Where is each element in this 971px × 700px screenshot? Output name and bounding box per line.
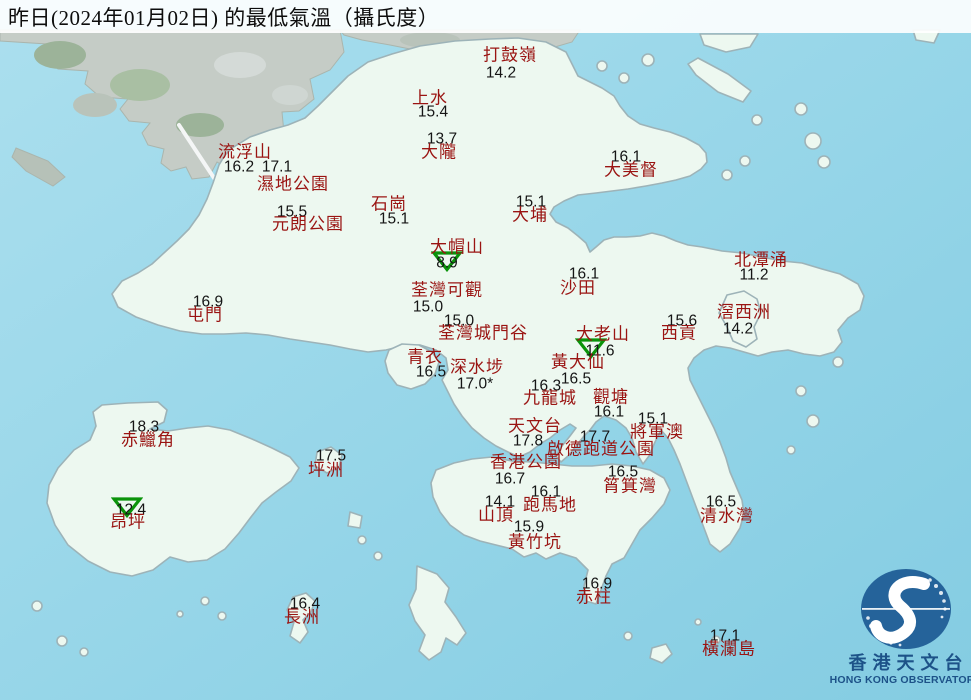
station-name: 香港公園 (490, 452, 562, 472)
station-name: 石崗 (371, 194, 407, 214)
page-title: 昨日(2024年01月02日) 的最低氣溫（攝氏度） (8, 5, 440, 30)
station-name: 將軍澳 (630, 422, 684, 442)
station-name: 橫瀾島 (702, 639, 756, 659)
station-name: 上水 (412, 88, 448, 108)
station-name: 深水埗 (450, 357, 504, 377)
station-temperature: 11.2 (739, 266, 769, 284)
station-temperature: 15.1 (378, 210, 410, 228)
station-name: 打鼓嶺 (483, 45, 537, 65)
station-name: 黃竹坑 (508, 532, 562, 552)
station-temperature: 14.2 (722, 320, 754, 338)
station-temperature: 16.5 (560, 370, 592, 388)
station-name: 大美督 (604, 160, 658, 180)
station-temperature: 16.1 (593, 403, 625, 421)
hko-logo-chinese-name: 香港天文台 (848, 653, 969, 673)
station-name: 長洲 (284, 607, 320, 627)
station-name: 沙田 (560, 278, 596, 298)
station-name: 青衣 (407, 347, 443, 367)
station-temperature: 16.2 (223, 158, 255, 176)
station-name: 大埔 (512, 205, 548, 225)
station-temperature: 15.0 (412, 298, 444, 316)
station-name: 山頂 (478, 505, 514, 525)
station-name: 大帽山 (430, 237, 484, 257)
station-temperature: 16.7 (494, 470, 526, 488)
station-name: 九龍城 (523, 388, 577, 408)
station-name: 筲箕灣 (603, 476, 657, 496)
station-name: 荃灣城門谷 (438, 323, 528, 343)
station-name: 濕地公園 (257, 174, 329, 194)
station-temperature: 14.2 (485, 64, 517, 82)
station-name: 元朗公園 (272, 214, 344, 234)
stations-layer: 14.2 打鼓嶺 15.4 上水 13.7 大隴 16.2 流浮山 17.1 濕地公園 16.1 大美… (0, 0, 971, 700)
station-name: 滘西洲 (717, 302, 771, 322)
station-name: 天文台 (508, 416, 562, 436)
station-temperature: 17.8 (512, 432, 544, 450)
station-temperature: 16.5 (415, 363, 447, 381)
station-name: 黃大仙 (551, 352, 605, 372)
station-name: 清水灣 (700, 506, 754, 526)
station-temperature: 8.9 (436, 254, 458, 272)
hko-logo-emblem (860, 569, 951, 649)
station-name: 大老山 (576, 324, 630, 344)
station-name: 赤鱲角 (121, 430, 175, 450)
station-temperature: 17.0* (456, 375, 494, 393)
station-name: 荃灣可觀 (411, 280, 483, 300)
hko-logo-english-name: HONG KONG OBSERVATORY (829, 674, 971, 686)
station-name: 啟德跑道公園 (547, 439, 655, 459)
station-name: 西貢 (661, 323, 697, 343)
station-name: 坪洲 (308, 460, 344, 480)
station-name: 大隴 (421, 142, 457, 162)
station-name: 赤柱 (576, 587, 612, 607)
station-name: 跑馬地 (523, 495, 577, 515)
title-bar: 昨日(2024年01月02日) 的最低氣溫（攝氏度） (0, 0, 971, 33)
hko-logo: 香港天文台 HONG KONG OBSERVATORY (830, 566, 971, 700)
station-name: 觀塘 (593, 387, 629, 407)
station-temperature: 17.1 (261, 158, 293, 176)
station-name: 昂坪 (110, 512, 146, 532)
weather-map-stage: 昨日(2024年01月02日) 的最低氣溫（攝氏度） 14.2 打鼓嶺 15.4 上水… (0, 0, 971, 700)
station-name: 屯門 (187, 305, 223, 325)
station-name: 北潭涌 (734, 250, 788, 270)
